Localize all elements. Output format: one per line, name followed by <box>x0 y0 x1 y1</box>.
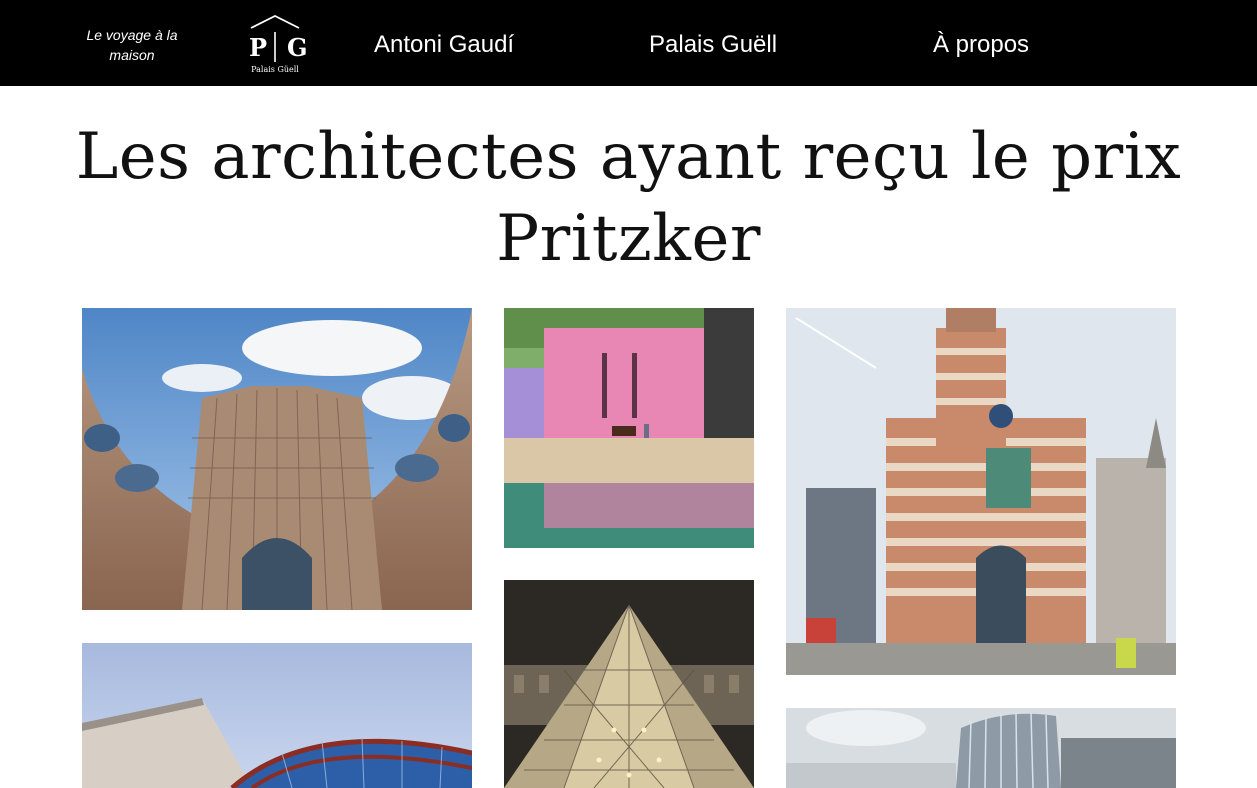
photo-pink-wall-horse[interactable] <box>504 308 754 548</box>
page-title: Les architectes ayant reçu le prix Pritz… <box>75 120 1182 276</box>
curved-glass-facade-image <box>786 708 1176 788</box>
logo-mark: P G Palais Güell <box>249 14 308 74</box>
photo-striped-building[interactable] <box>786 308 1176 675</box>
pink-wall-horse-image <box>504 308 754 548</box>
logo-letter-p: P <box>249 33 267 62</box>
top-navigation-bar: Le voyage à la maison P G Palais Güell A… <box>0 0 1257 86</box>
nav-link-antoni-gaudi[interactable]: Antoni Gaudí <box>374 30 514 60</box>
glass-pyramid-image <box>504 580 754 788</box>
nav-link-palais-guell[interactable]: Palais Guëll <box>649 30 777 60</box>
curved-stone-tower-image <box>82 308 472 610</box>
photo-curved-stone-tower[interactable] <box>82 308 472 610</box>
logo-caption: Palais Güell <box>251 65 299 74</box>
palais-guell-logo[interactable]: P G Palais Güell <box>236 14 314 76</box>
photo-curved-glass-facade[interactable] <box>786 708 1176 788</box>
photo-glass-pyramid[interactable] <box>504 580 754 788</box>
logo-letter-g: G <box>287 33 308 62</box>
glass-dome-image <box>82 643 472 788</box>
photo-glass-dome[interactable] <box>82 643 472 788</box>
nav-link-a-propos[interactable]: À propos <box>933 30 1029 60</box>
striped-building-image <box>786 308 1176 675</box>
site-tagline: Le voyage à la maison <box>86 27 178 63</box>
